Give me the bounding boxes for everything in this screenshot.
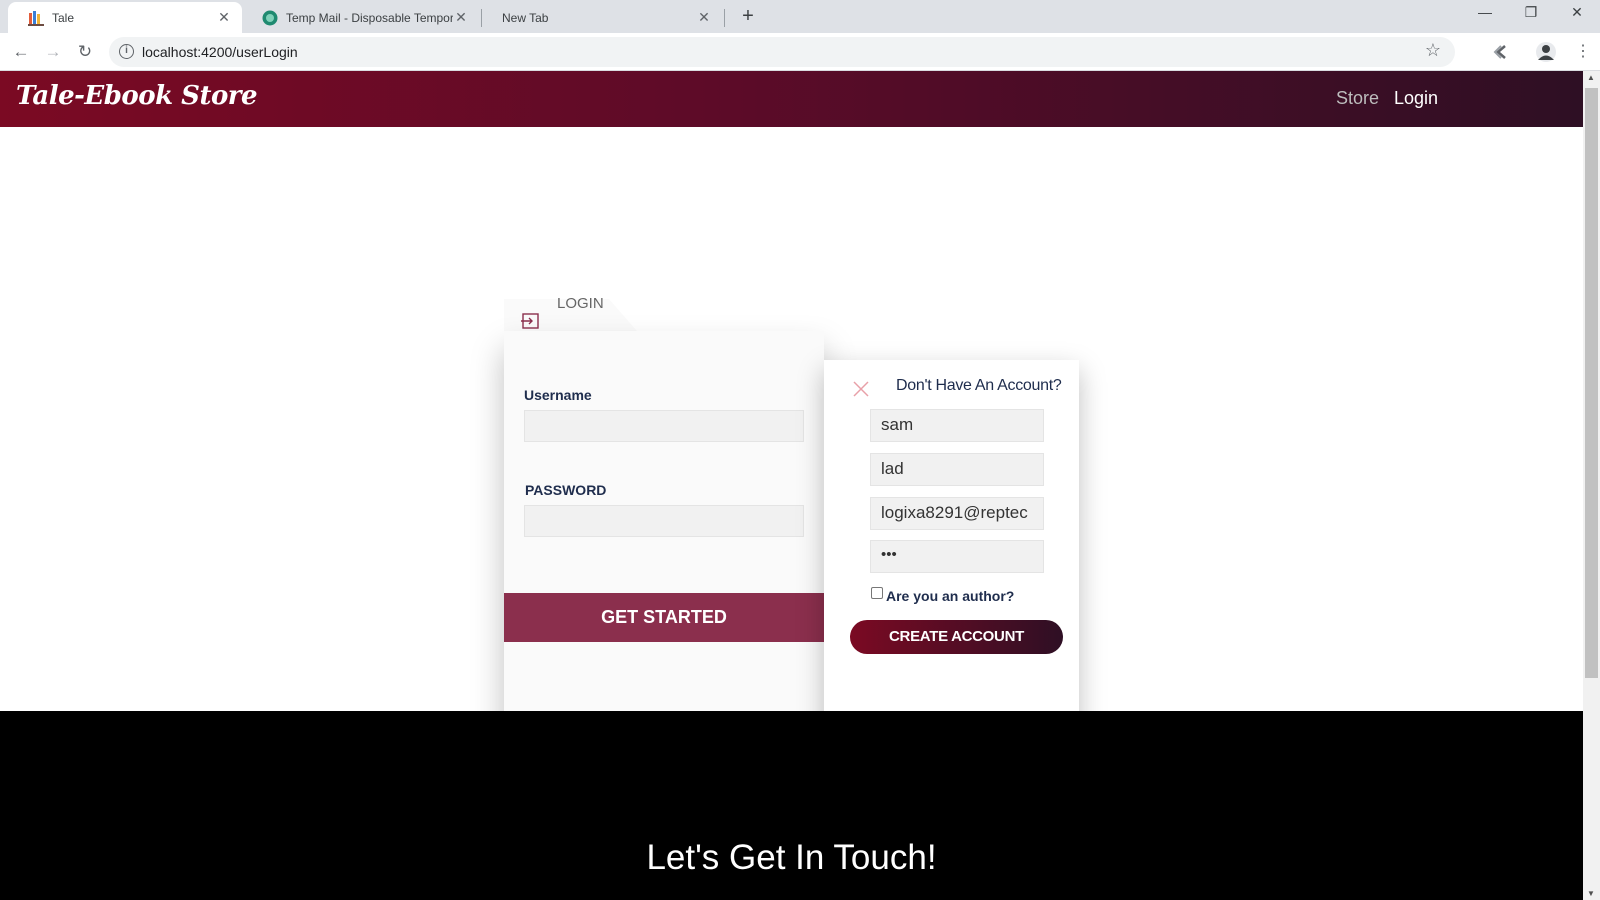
page-viewport: Tale-Ebook Store Store Login LOGIN Usern… bbox=[0, 71, 1583, 900]
close-window-icon[interactable]: ✕ bbox=[1562, 4, 1592, 26]
first-name-field[interactable]: sam bbox=[870, 409, 1044, 442]
browser-tab-strip: Tale ✕ Temp Mail - Disposable Tempora ✕ … bbox=[0, 0, 1600, 33]
tab-title: Tale bbox=[52, 10, 75, 25]
login-tab-label: LOGIN bbox=[557, 295, 604, 312]
forward-arrow-icon[interactable]: → bbox=[42, 41, 64, 63]
close-icon[interactable] bbox=[851, 379, 871, 399]
site-info-icon[interactable]: i bbox=[119, 44, 134, 59]
tab-title: Temp Mail - Disposable Tempora bbox=[286, 10, 453, 25]
nav-link-store[interactable]: Store bbox=[1336, 88, 1379, 109]
email-field[interactable]: logixa8291@reptec bbox=[870, 497, 1044, 530]
browser-toolbar: ← → ↻ i localhost:4200/userLogin ☆ ⋮ bbox=[0, 33, 1600, 71]
minimize-window-icon[interactable]: — bbox=[1470, 4, 1500, 26]
username-label: Username bbox=[524, 387, 592, 403]
browser-menu-icon[interactable]: ⋮ bbox=[1572, 41, 1594, 63]
password-input[interactable] bbox=[524, 505, 804, 537]
browser-tab-tale[interactable]: Tale ✕ bbox=[8, 2, 242, 33]
close-tab-icon[interactable]: ✕ bbox=[696, 9, 712, 26]
author-checkbox[interactable] bbox=[871, 587, 883, 599]
address-bar[interactable]: i localhost:4200/userLogin ☆ bbox=[109, 37, 1455, 67]
nav-link-login[interactable]: Login bbox=[1394, 88, 1438, 109]
site-brand-logo[interactable]: Tale-Ebook Store bbox=[16, 81, 258, 111]
scroll-up-arrow-icon[interactable]: ▲ bbox=[1587, 73, 1595, 82]
browser-tab-new-tab[interactable]: New Tab ✕ bbox=[482, 2, 722, 33]
bookmark-star-icon[interactable]: ☆ bbox=[1425, 40, 1441, 61]
password-label: PASSWORD bbox=[525, 482, 607, 498]
username-input[interactable] bbox=[524, 410, 804, 442]
tab-separator bbox=[724, 9, 725, 27]
scroll-down-arrow-icon[interactable]: ▼ bbox=[1587, 889, 1595, 898]
close-tab-icon[interactable]: ✕ bbox=[216, 9, 232, 26]
page-scrollbar[interactable]: ▲ ▼ bbox=[1583, 71, 1600, 900]
address-url[interactable]: localhost:4200/userLogin bbox=[142, 44, 298, 60]
reload-icon[interactable]: ↻ bbox=[74, 41, 96, 63]
tab-title: New Tab bbox=[502, 10, 549, 25]
scrollbar-thumb[interactable] bbox=[1585, 88, 1598, 678]
footer-title: Let's Get In Touch! bbox=[646, 838, 937, 877]
create-account-button[interactable]: CREATE ACCOUNT bbox=[850, 620, 1063, 654]
restore-window-icon[interactable]: ❐ bbox=[1516, 4, 1546, 26]
new-tab-plus-icon[interactable]: + bbox=[738, 5, 758, 29]
login-enter-icon bbox=[521, 313, 539, 329]
author-checkbox-label[interactable]: Are you an author? bbox=[886, 588, 1014, 604]
close-tab-icon[interactable]: ✕ bbox=[453, 9, 469, 26]
temp-mail-favicon-icon bbox=[262, 10, 278, 25]
signup-title: Don't Have An Account? bbox=[896, 377, 1062, 394]
get-started-button[interactable]: GET STARTED bbox=[504, 593, 824, 642]
browser-tab-temp-mail[interactable]: Temp Mail - Disposable Tempora ✕ bbox=[242, 2, 479, 33]
back-arrow-icon[interactable]: ← bbox=[10, 41, 32, 63]
profile-avatar-icon[interactable] bbox=[1535, 41, 1557, 63]
site-navbar: Tale-Ebook Store Store Login bbox=[0, 71, 1583, 127]
books-favicon-icon bbox=[28, 10, 44, 26]
last-name-field[interactable]: lad bbox=[870, 453, 1044, 486]
extension-icon[interactable] bbox=[1490, 41, 1512, 63]
signup-password-field[interactable]: ••• bbox=[870, 540, 1044, 573]
